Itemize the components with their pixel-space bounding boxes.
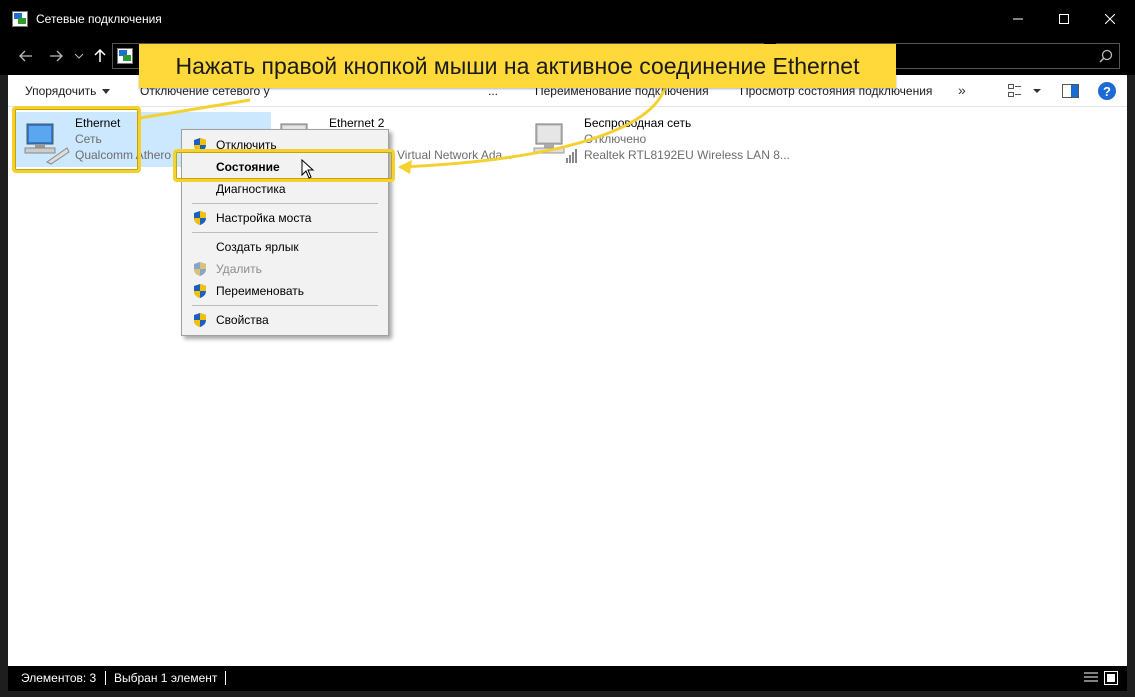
close-icon	[1105, 14, 1115, 24]
more-commands-button[interactable]: »	[958, 82, 966, 98]
preview-pane-icon	[1062, 84, 1079, 98]
menu-item-label: Настройка моста	[216, 211, 312, 225]
change-view-button[interactable]	[1008, 83, 1042, 102]
forward-button[interactable]	[46, 45, 66, 67]
details-view-toggle[interactable]	[1084, 671, 1098, 688]
chevron-down-icon	[75, 53, 83, 59]
mouse-pointer-icon	[301, 159, 315, 179]
maximize-button[interactable]	[1041, 0, 1087, 38]
menu-separator	[192, 203, 378, 204]
window-title: Сетевые подключения	[36, 12, 162, 26]
menu-separator	[192, 305, 378, 306]
menu-item-create-shortcut[interactable]: Создать ярлык	[182, 236, 388, 258]
uac-shield-icon	[193, 210, 207, 229]
connection-wireless[interactable]: Беспроводная сеть Отключено Realtek RTL8…	[522, 112, 822, 167]
caret-down-icon	[102, 89, 111, 95]
highlight-status-item	[173, 149, 395, 182]
menu-item-label: Переименовать	[216, 284, 304, 298]
details-view-icon	[1084, 672, 1098, 682]
help-icon: ?	[1103, 83, 1111, 99]
organize-label: Упорядочить	[25, 84, 97, 98]
arrow-up-icon	[94, 49, 106, 62]
callout-text: Нажать правой кнопкой мыши на активное с…	[175, 52, 860, 79]
network-connections-icon	[117, 48, 133, 67]
recent-locations-button[interactable]	[72, 45, 86, 67]
uac-shield-icon	[193, 261, 207, 280]
menu-item-label: Свойства	[216, 313, 269, 327]
selected-count: Выбран 1 элемент	[114, 671, 218, 685]
preview-pane-button[interactable]	[1062, 83, 1080, 102]
large-icons-view-toggle[interactable]	[1104, 671, 1118, 688]
large-icons-view-icon	[1104, 671, 1118, 685]
connection-name: Ethernet 2	[329, 116, 385, 130]
organize-button[interactable]: Упорядочить	[25, 84, 111, 98]
details-view-icon	[1008, 84, 1041, 97]
close-button[interactable]	[1087, 0, 1133, 38]
menu-item-properties[interactable]: Свойства	[182, 309, 388, 331]
connection-adapter: Realtek RTL8192EU Wireless LAN 8...	[584, 148, 790, 162]
minimize-button[interactable]	[995, 0, 1041, 38]
uac-shield-icon	[193, 283, 207, 302]
menu-item-delete: Удалить	[182, 258, 388, 280]
menu-item-label: Диагностика	[216, 182, 286, 196]
network-connections-icon	[12, 11, 28, 27]
search-icon	[1099, 49, 1113, 66]
menu-separator	[192, 232, 378, 233]
arrow-right-icon	[50, 50, 63, 62]
help-button[interactable]: ?	[1098, 82, 1116, 100]
instruction-callout: Нажать правой кнопкой мыши на активное с…	[139, 44, 896, 88]
status-bar: Элементов: 3 Выбран 1 элемент	[8, 666, 1127, 691]
title-bar: Сетевые подключения	[0, 0, 1135, 38]
connection-adapter: Virtual Network Ada...	[397, 148, 513, 162]
items-count: Элементов: 3	[21, 671, 97, 685]
up-button[interactable]	[92, 45, 108, 67]
arrow-left-icon	[19, 50, 32, 62]
uac-shield-icon	[193, 312, 207, 331]
back-button[interactable]	[16, 45, 36, 67]
status-divider	[105, 671, 106, 685]
status-divider	[225, 671, 226, 685]
connections-list: Ethernet Сеть Qualcomm Athero Ethernet 2…	[8, 107, 1127, 666]
menu-item-bridge[interactable]: Настройка моста	[182, 207, 388, 229]
maximize-icon	[1059, 14, 1069, 24]
menu-item-label: Удалить	[216, 262, 262, 276]
menu-item-rename[interactable]: Переименовать	[182, 280, 388, 302]
connection-status: Отключено	[584, 132, 647, 146]
menu-item-label: Создать ярлык	[216, 240, 299, 254]
highlight-ethernet-item	[12, 106, 141, 173]
minimize-icon	[1013, 18, 1023, 20]
connection-name: Беспроводная сеть	[584, 116, 692, 130]
wireless-adapter-icon	[532, 118, 580, 166]
